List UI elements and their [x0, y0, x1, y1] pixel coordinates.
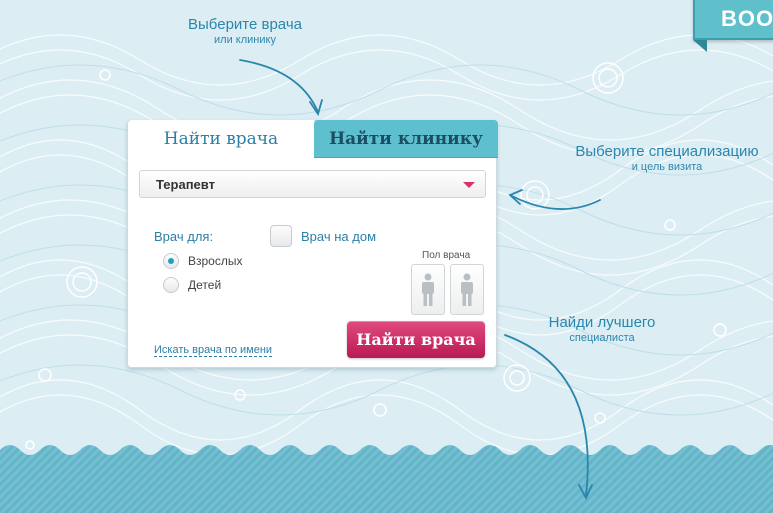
home-visit-toggle[interactable]: Врач на дом: [270, 225, 376, 247]
find-doctor-button[interactable]: Найти врача: [347, 321, 485, 358]
callout-subtitle: или клинику: [214, 34, 276, 46]
callout-title: Выберите специализацию: [575, 143, 759, 160]
home-visit-label: Врач на дом: [301, 228, 377, 244]
callout-subtitle: и цель визита: [631, 161, 703, 173]
gender-label: Пол врача: [422, 250, 471, 261]
callout-title: Выберите врача: [188, 16, 302, 33]
chevron-down-icon: [463, 182, 475, 188]
ribbon-fold: [693, 40, 707, 52]
radio-children-label: Детей: [188, 278, 222, 292]
radio-adults-control[interactable]: [163, 253, 179, 269]
gender-male-button[interactable]: [411, 264, 445, 315]
brand-ribbon-text: BOOK: [721, 6, 773, 31]
radio-adults[interactable]: Взрослых: [163, 253, 242, 269]
callout-doctor-or-clinic: Выберите врача или клинику: [180, 16, 310, 46]
search-card: Найти врача Найти клинику Терапевт Врач …: [127, 120, 498, 368]
specialty-select-value: Терапевт: [156, 177, 215, 192]
radio-children-control[interactable]: [163, 277, 179, 293]
tab-find-clinic[interactable]: Найти клинику: [314, 120, 498, 158]
tab-find-doctor[interactable]: Найти врача: [128, 120, 314, 158]
callout-subtitle: специалиста: [569, 332, 635, 344]
home-visit-checkbox[interactable]: [270, 225, 292, 247]
callout-specialization: Выберите специализацию и цель визита: [563, 143, 771, 173]
specialty-select[interactable]: Терапевт: [139, 170, 486, 198]
search-by-name-link[interactable]: Искать врача по имени: [154, 344, 273, 357]
radio-children[interactable]: Детей: [163, 277, 221, 293]
female-icon: [461, 273, 473, 306]
brand-ribbon[interactable]: BOOK: [693, 0, 773, 40]
gender-female-button[interactable]: [450, 264, 484, 315]
callout-best-specialist: Найди лучшего специалиста: [537, 314, 667, 344]
callout-title: Найди лучшего: [548, 314, 656, 331]
sea-stripe-band: [0, 445, 773, 513]
doctor-for-label: Врач для:: [154, 229, 214, 244]
male-icon: [422, 273, 434, 306]
radio-adults-label: Взрослых: [188, 254, 243, 268]
